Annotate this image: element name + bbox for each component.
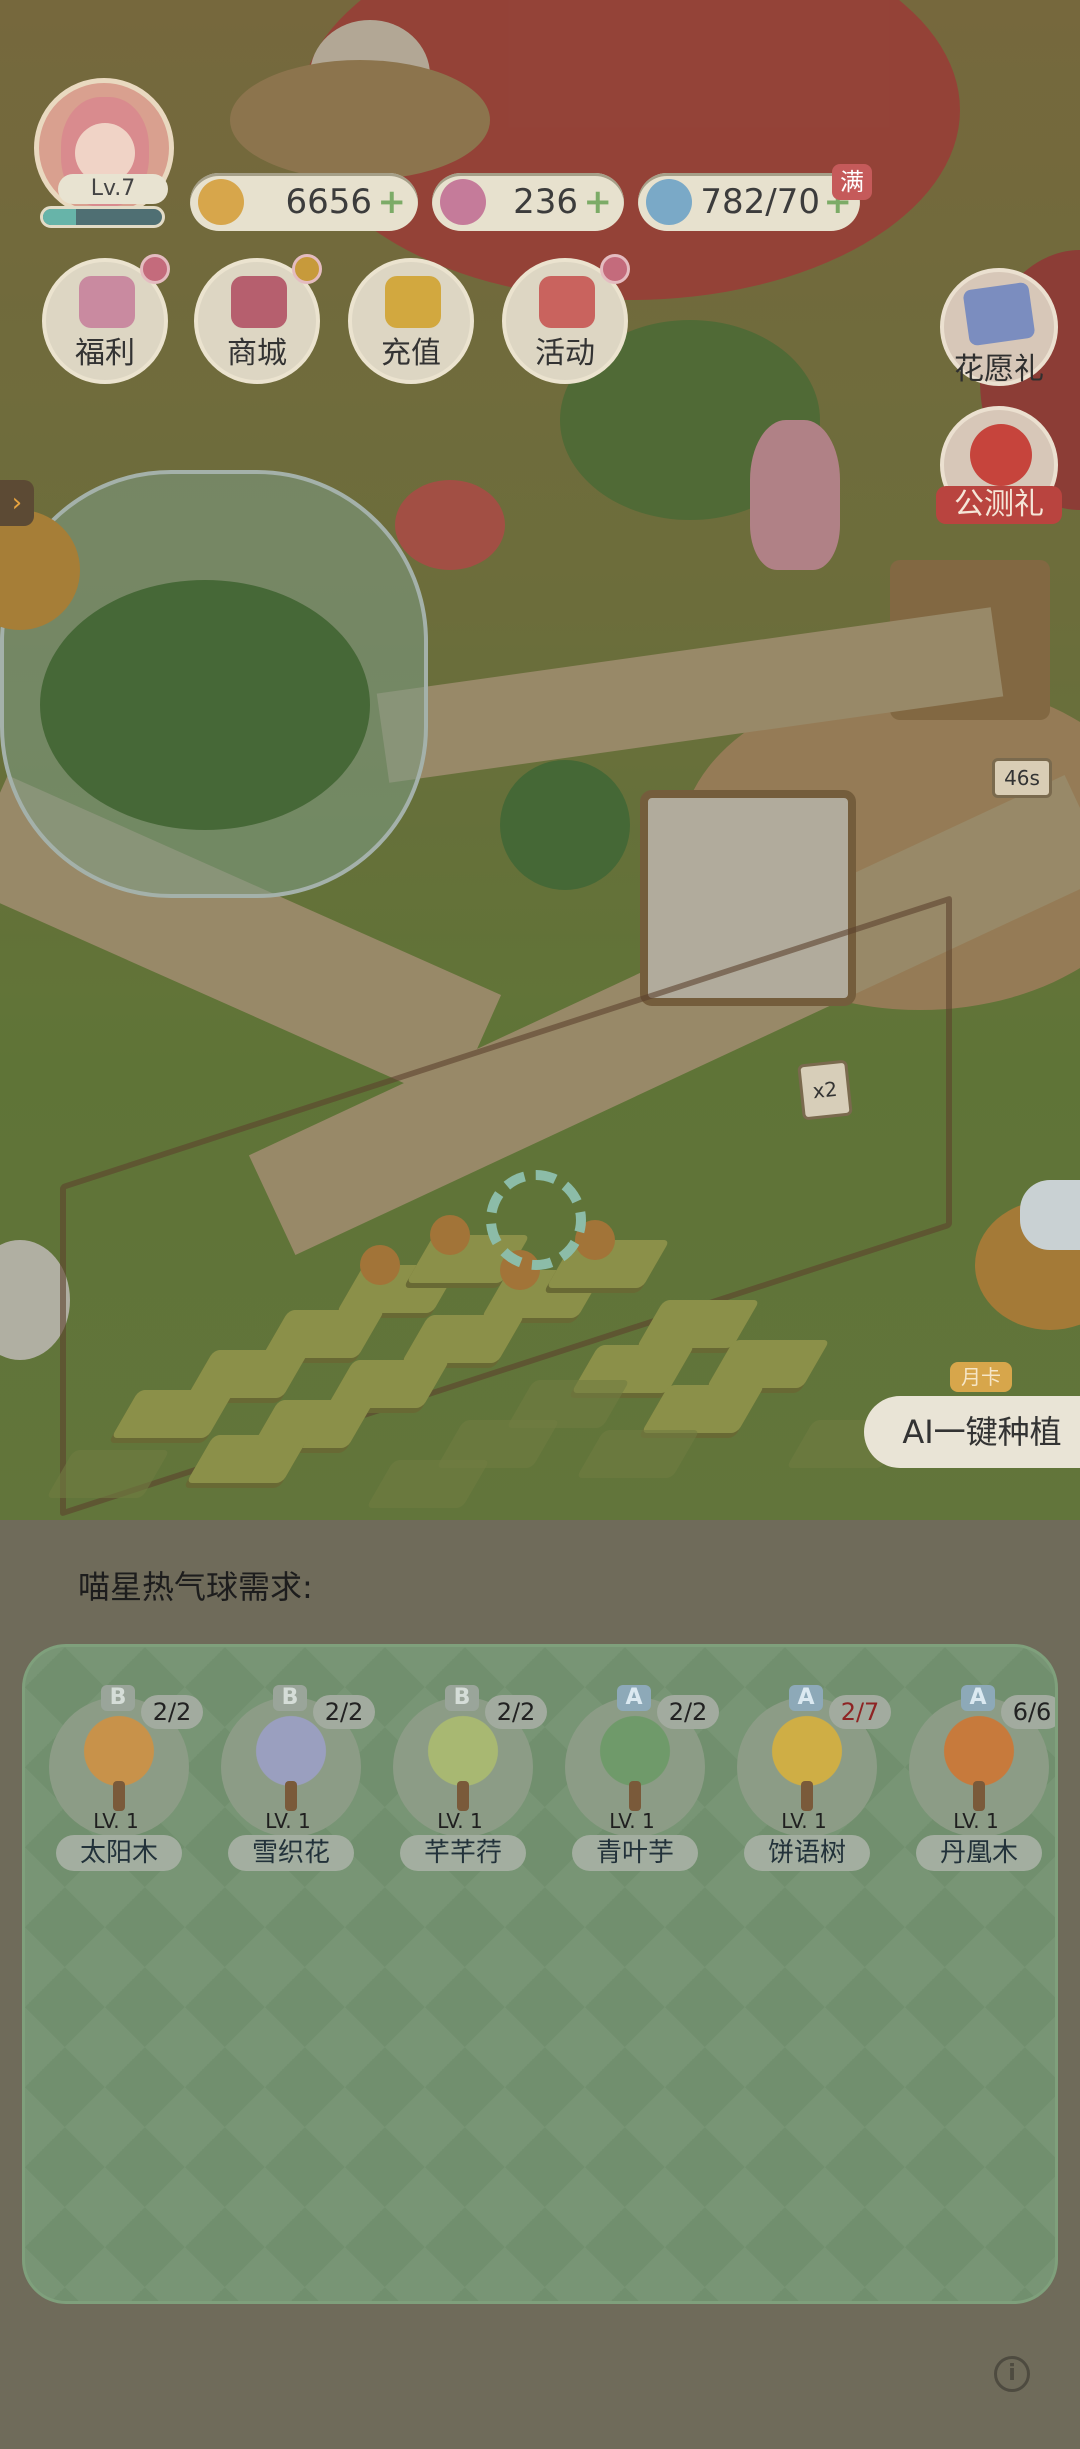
plant-grade: A [617,1685,651,1711]
plant-level: LV. 1 [265,1809,311,1833]
recharge-label: 充值 [381,336,441,371]
plant-name: 丹凰木 [916,1835,1042,1871]
plant-grade: A [961,1685,995,1711]
coin-counter[interactable]: 6656 + [190,173,418,231]
gamepad-icon [539,276,595,328]
demand-panel: 喵星热气球需求: B 2/2 LV. 1 太阳木 B 2/2 LV. 1 雪织花 B 2/2 LV.… [0,1520,1080,2449]
apple-gift-icon [970,424,1032,486]
plant-item[interactable]: B 2/2 LV. 1 芊芊荇 [385,1685,547,1877]
shop-button[interactable]: 商城 [194,254,322,384]
coin-value: 6656 [285,182,372,222]
plot-tile-empty[interactable] [576,1430,700,1478]
sapling [430,1215,470,1255]
plant-count-text: 2/7 [840,1698,880,1726]
plant-name: 青叶芋 [572,1835,698,1871]
event-label: 活动 [535,336,595,371]
info-icon[interactable]: i [994,2356,1030,2392]
photo-gift-icon [962,281,1036,347]
plant-count-text: 2/2 [152,1698,192,1726]
plant-name: 太阳木 [56,1835,182,1871]
plant-item[interactable]: B 2/2 LV. 1 太阳木 [41,1685,203,1877]
plant-level: LV. 1 [781,1809,827,1833]
welfare-label: 福利 [75,336,135,371]
month-card-tag: 月卡 [950,1362,1012,1392]
recharge-button[interactable]: 充值 [348,258,474,384]
star-flower-icon [440,179,486,225]
water-counter[interactable]: 782/70 + [638,173,860,231]
shop-label: 商城 [227,336,287,371]
coin-add-button[interactable]: + [378,173,407,231]
plant-count-text: 6/6 [1012,1698,1052,1726]
timer-sign: 46s [992,758,1052,798]
flower-wish-label: 花愿礼 [954,352,1044,387]
xp-bar [40,206,165,228]
plant-trunk [801,1781,813,1811]
game-scene[interactable]: Lv.7 6656 + 236 + 782/70 + 满 福利 商城 充值 活动… [0,0,1080,1520]
plant-level: LV. 1 [609,1809,655,1833]
plant-level: LV. 1 [953,1809,999,1833]
plant-count: 2/7 [829,1695,891,1729]
plant-count: 2/2 [485,1695,547,1729]
plant-grade: B [101,1685,135,1711]
plant-item[interactable]: A 6/6 LV. 1 丹凰木 [901,1685,1055,1877]
xp-fill [43,209,77,225]
plant-count-text: 2/2 [324,1698,364,1726]
plant-count-text: 2/2 [496,1698,536,1726]
apple-slices [395,480,505,570]
plant-grade: A [789,1685,823,1711]
plant-trunk [113,1781,125,1811]
plant-count: 2/2 [313,1695,375,1729]
plant-level: LV. 1 [93,1809,139,1833]
plant-grade: B [273,1685,307,1711]
wooden-deck [230,60,490,180]
robot-helper-icon[interactable] [1020,1180,1080,1250]
star-counter[interactable]: 236 + [432,173,624,231]
panel-title: 喵星热气球需求: [78,1568,313,1606]
plant-item[interactable]: B 2/2 LV. 1 雪织花 [213,1685,375,1877]
plant-count: 2/2 [657,1695,719,1729]
greenhouse-plants [40,580,370,830]
event-button[interactable]: 活动 [502,254,630,384]
ai-one-click-plant-button[interactable]: AI一键种植 [864,1396,1080,1468]
plant-trunk [629,1781,641,1811]
beta-gift-button[interactable]: 公测礼 [936,406,1062,524]
multiplier-sign: x2 [797,1059,853,1121]
plant-item[interactable]: A 2/7 LV. 1 饼语树 [729,1685,891,1877]
flower-badge-icon [140,254,170,284]
beta-gift-label: 公测礼 [936,486,1062,524]
plant-trunk [457,1781,469,1811]
lily-pads [500,760,630,890]
shop-cart-icon [231,276,287,328]
plant-name: 雪织花 [228,1835,354,1871]
plant-count-text: 2/2 [668,1698,708,1726]
welfare-button[interactable]: 福利 [42,254,170,384]
plant-count: 2/2 [141,1695,203,1729]
plant-item[interactable]: A 2/2 LV. 1 青叶芋 [557,1685,719,1877]
demand-card: B 2/2 LV. 1 太阳木 B 2/2 LV. 1 雪织花 B 2/2 LV. 1 芊芊荇 A 2/2… [22,1644,1058,2304]
player-level: Lv.7 [58,174,168,204]
plant-trunk [973,1781,985,1811]
coin-icon [198,179,244,225]
plant-name: 芊芊荇 [400,1835,526,1871]
character-girl[interactable] [750,420,840,570]
star-value: 236 [513,182,578,222]
water-full-badge: 满 [832,164,872,200]
gift-icon [79,276,135,328]
star-add-button[interactable]: + [584,173,613,231]
plant-count: 6/6 [1001,1695,1055,1729]
flower-badge-icon [600,254,630,284]
water-value: 782/70 [700,182,820,222]
plant-trunk [285,1781,297,1811]
side-expand-arrow-icon[interactable]: › [0,480,34,526]
plot-tile-empty[interactable] [366,1460,490,1508]
recharge-icon [385,276,441,328]
plant-name: 饼语树 [744,1835,870,1871]
flower-wish-gift-button[interactable]: 花愿礼 [940,268,1058,387]
selection-wreath-icon[interactable] [486,1170,586,1270]
plant-grade: B [445,1685,479,1711]
sapling [360,1245,400,1285]
flower-badge-icon [292,254,322,284]
water-drop-icon [646,179,692,225]
plant-level: LV. 1 [437,1809,483,1833]
